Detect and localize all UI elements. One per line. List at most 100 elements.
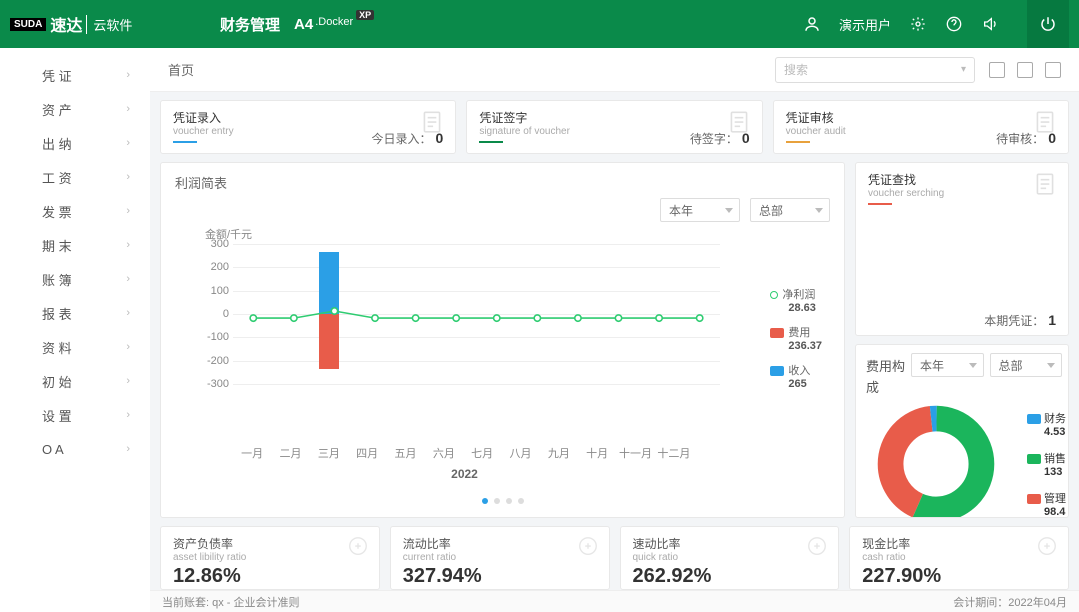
chevron-right-icon: ›	[126, 69, 130, 81]
ratio-icon	[577, 535, 599, 557]
sidebar-item-10[interactable]: 设 置›	[0, 398, 150, 432]
app-main: A4	[294, 16, 313, 33]
donut-legend-item: 管理98.4	[1027, 490, 1066, 518]
net-profit-line	[233, 244, 720, 392]
sidebar-item-1[interactable]: 资 产›	[0, 92, 150, 126]
kpi-value: 今日录入：0	[372, 130, 444, 147]
chevron-right-icon: ›	[126, 239, 130, 251]
gear-icon[interactable]	[909, 15, 927, 33]
user-name[interactable]: 演示用户	[839, 15, 891, 34]
sidebar-item-6[interactable]: 账 簿›	[0, 262, 150, 296]
fullscreen-icon[interactable]	[1045, 62, 1061, 78]
search-input[interactable]: 搜索 ▾	[775, 57, 975, 83]
ratio-icon	[347, 535, 369, 557]
ratio-card-1[interactable]: 流动比率 current ratio 327.94%	[390, 526, 610, 590]
user-icon[interactable]	[803, 15, 821, 33]
kpi-value: 待签字：0	[690, 130, 750, 147]
cost-donut-chart: 财务4.53销售133管理98.4	[866, 404, 1062, 518]
sidebar-item-8[interactable]: 资 料›	[0, 330, 150, 364]
sidebar-item-7[interactable]: 报 表›	[0, 296, 150, 330]
sidebar-item-0[interactable]: 凭 证›	[0, 58, 150, 92]
ratio-card-0[interactable]: 资产负债率 asset libility ratio 12.86%	[160, 526, 380, 590]
chart-year: 2022	[451, 467, 478, 481]
app-name: A4 .Docker XP	[294, 16, 374, 33]
cost-dept-select[interactable]: 总部	[990, 353, 1063, 377]
kpi-accent	[479, 141, 503, 143]
legend-netprofit: 净利润28.63	[770, 286, 822, 314]
carousel-dots[interactable]	[175, 493, 830, 507]
profit-year-select[interactable]: 本年	[660, 198, 740, 222]
sidebar: 凭 证›资 产›出 纳›工 资›发 票›期 末›账 簿›报 表›资 料›初 始›…	[0, 48, 150, 612]
header-right: 演示用户	[803, 0, 1079, 48]
kpi-accent	[786, 141, 810, 143]
profit-title: 利润简表	[175, 173, 830, 192]
expand-icon-2[interactable]	[1017, 62, 1033, 78]
logo: SUDA 速达 云软件	[0, 12, 150, 36]
legend-income: 收入265	[770, 362, 822, 390]
cost-title-2: 成	[866, 380, 879, 395]
kpi-accent	[173, 141, 197, 143]
sidebar-item-9[interactable]: 初 始›	[0, 364, 150, 398]
chevron-right-icon: ›	[126, 443, 130, 455]
legend-expense: 费用236.37	[770, 324, 822, 352]
logo-badge: SUDA	[10, 18, 46, 31]
kpi-title: 凭证签字	[479, 111, 527, 125]
sidebar-item-3[interactable]: 工 资›	[0, 160, 150, 194]
kpi-value: 本期凭证：1	[984, 312, 1056, 329]
kpi-title: 凭证查找	[868, 173, 916, 187]
main: 首页 搜索 ▾ 凭证录入 voucher entry 今日录入：0凭证签字 si…	[150, 48, 1079, 612]
kpi-value: 待审核：0	[996, 130, 1056, 147]
accounting-period: 会计期间：2022年04月	[953, 594, 1067, 610]
kpi-card-3[interactable]: 凭证查找 voucher serching 本期凭证：1	[855, 162, 1069, 336]
chevron-right-icon: ›	[126, 341, 130, 353]
volume-icon[interactable]	[981, 15, 999, 33]
chevron-right-icon: ›	[126, 375, 130, 387]
kpi-accent	[868, 203, 892, 205]
profit-chart-card: 利润简表 本年 总部 金额/千元 3002001000-100-200-300一…	[160, 162, 845, 518]
kpi-title: 凭证录入	[173, 111, 221, 125]
logo-cn: 速达	[50, 12, 82, 36]
chevron-down-icon: ▾	[961, 64, 966, 75]
donut-legend-item: 财务4.53	[1027, 410, 1066, 438]
chevron-right-icon: ›	[126, 103, 130, 115]
kpi-card-1[interactable]: 凭证签字 signature of voucher 待签字：0	[466, 100, 762, 154]
sidebar-item-11[interactable]: O A›	[0, 432, 150, 466]
chevron-right-icon: ›	[126, 205, 130, 217]
kpi-subtitle: voucher serching	[868, 188, 1056, 199]
kpi-card-2[interactable]: 凭证审核 voucher audit 待审核：0	[773, 100, 1069, 154]
ratio-card-2[interactable]: 速动比率 quick ratio 262.92%	[620, 526, 840, 590]
sidebar-item-5[interactable]: 期 末›	[0, 228, 150, 262]
app-sub: .Docker	[315, 16, 353, 28]
ratio-card-3[interactable]: 现金比率 cash ratio 227.90%	[849, 526, 1069, 590]
status-bar: 当前账套: qx - 企业会计准则 会计期间：2022年04月	[150, 590, 1079, 612]
chevron-right-icon: ›	[126, 171, 130, 183]
kpi-card-0[interactable]: 凭证录入 voucher entry 今日录入：0	[160, 100, 456, 154]
profit-dept-select[interactable]: 总部	[750, 198, 830, 222]
ratio-icon	[1036, 535, 1058, 557]
chevron-right-icon: ›	[126, 307, 130, 319]
cost-title: 费用构	[866, 356, 905, 375]
chevron-right-icon: ›	[126, 409, 130, 421]
module-title: 财务管理	[220, 14, 280, 35]
topbar: 首页 搜索 ▾	[150, 48, 1079, 92]
help-icon[interactable]	[945, 15, 963, 33]
cost-structure-card: 费用构 本年 总部 成 财务4.53销售133管理98.4	[855, 344, 1069, 518]
logo-cloud: 云软件	[86, 15, 132, 34]
search-placeholder: 搜索	[784, 61, 808, 78]
expand-icon-1[interactable]	[989, 62, 1005, 78]
breadcrumb[interactable]: 首页	[168, 60, 194, 79]
app-header: SUDA 速达 云软件 财务管理 A4 .Docker XP 演示用户	[0, 0, 1079, 48]
profit-chart: 金额/千元 3002001000-100-200-300一月二月三月四月五月六月…	[175, 226, 830, 489]
app-xp-badge: XP	[356, 10, 374, 20]
chevron-right-icon: ›	[126, 273, 130, 285]
sidebar-item-4[interactable]: 发 票›	[0, 194, 150, 228]
chevron-right-icon: ›	[126, 137, 130, 149]
kpi-title: 凭证审核	[786, 111, 834, 125]
ratio-icon	[806, 535, 828, 557]
cost-year-select[interactable]: 本年	[911, 353, 984, 377]
sidebar-item-2[interactable]: 出 纳›	[0, 126, 150, 160]
power-button[interactable]	[1027, 0, 1069, 48]
current-account: 当前账套: qx - 企业会计准则	[162, 594, 300, 610]
donut-legend-item: 销售133	[1027, 450, 1066, 478]
document-icon	[1032, 171, 1058, 197]
